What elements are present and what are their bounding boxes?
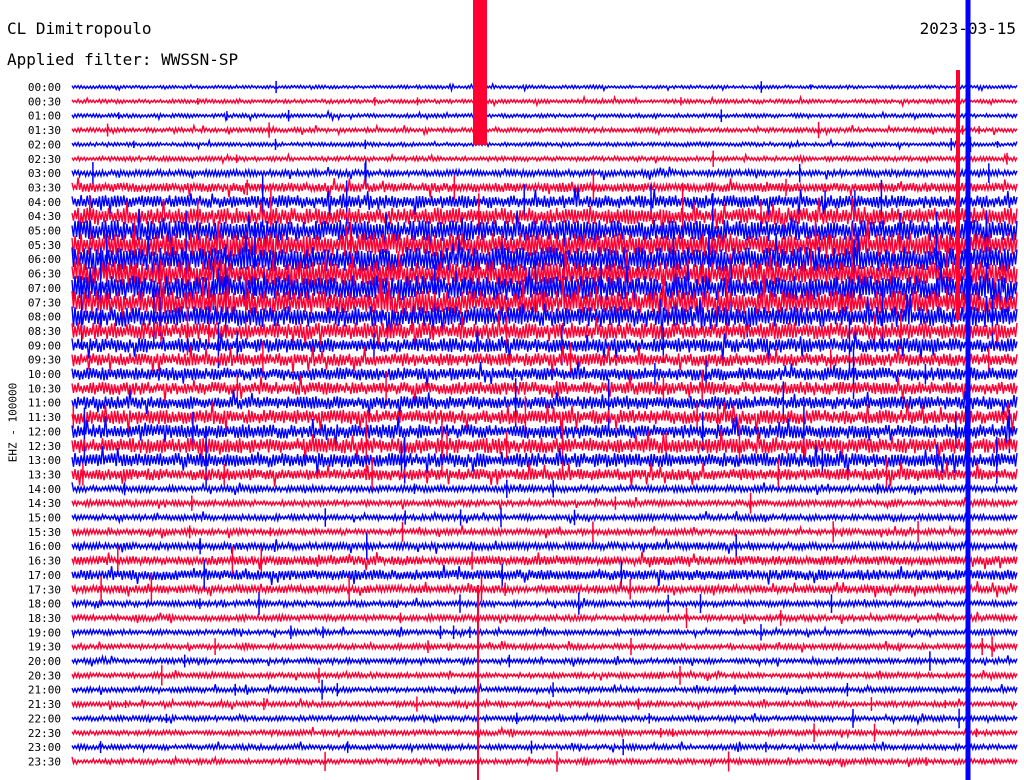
time-tick-label: 00:00 [28, 81, 61, 94]
seismic-trace [71, 581, 1018, 598]
time-tick-label: 09:30 [28, 354, 61, 367]
seismic-trace [71, 597, 1018, 611]
seismic-trace [71, 187, 1018, 217]
time-tick-label: 09:00 [28, 339, 61, 352]
time-tick-label: 04:30 [28, 210, 61, 223]
seismic-trace [71, 496, 1018, 510]
seismic-trace [71, 697, 1018, 711]
seismic-trace [71, 524, 1018, 539]
seismic-trace [71, 538, 1018, 555]
time-tick-label: 03:30 [28, 181, 61, 194]
seismic-trace [71, 94, 1018, 109]
seismic-trace [71, 108, 1018, 123]
time-tick-label: 11:30 [28, 411, 61, 424]
time-tick-label: 13:30 [28, 468, 61, 481]
seismic-trace [71, 123, 1018, 137]
seismic-trace [71, 625, 1018, 640]
time-tick-label: 15:30 [28, 526, 61, 539]
seismic-trace [71, 740, 1018, 754]
seismic-trace [71, 137, 1018, 152]
event-spike [473, 0, 487, 145]
time-tick-label: 18:30 [28, 612, 61, 625]
time-tick-label: 06:00 [28, 253, 61, 266]
time-tick-label: 06:30 [28, 268, 61, 281]
time-tick-label: 18:00 [28, 598, 61, 611]
seismic-trace [71, 551, 1018, 571]
seismic-trace [71, 653, 1018, 668]
time-tick-label: 03:00 [28, 167, 61, 180]
seismic-trace [71, 152, 1018, 166]
time-tick-label: 02:00 [28, 138, 61, 151]
event-spike [965, 0, 971, 780]
time-tick-label: 21:00 [28, 684, 61, 697]
time-tick-label: 08:00 [28, 311, 61, 324]
seismic-trace [71, 611, 1018, 625]
event-spike [477, 585, 479, 780]
time-tick-label: 19:30 [28, 641, 61, 654]
seismic-trace [71, 510, 1018, 525]
time-tick-label: 05:30 [28, 239, 61, 252]
time-tick-label: 17:00 [28, 569, 61, 582]
seismic-trace [71, 639, 1018, 653]
time-tick-label: 13:00 [28, 454, 61, 467]
time-tick-label: 01:00 [28, 110, 61, 123]
time-tick-label: 16:00 [28, 540, 61, 553]
time-tick-label: 00:30 [28, 95, 61, 108]
time-tick-label: 21:30 [28, 698, 61, 711]
seismic-trace [71, 564, 1018, 587]
time-tick-label: 19:00 [28, 626, 61, 639]
time-tick-label: 22:00 [28, 712, 61, 725]
time-tick-label: 20:30 [28, 669, 61, 682]
time-tick-label: 04:00 [28, 196, 61, 209]
time-tick-label: 11:00 [28, 397, 61, 410]
seismic-trace [71, 177, 1018, 198]
time-tick-label: 07:30 [28, 296, 61, 309]
time-tick-label: 15:00 [28, 512, 61, 525]
seismic-trace [71, 481, 1018, 496]
time-tick-label: 16:30 [28, 555, 61, 568]
seismic-trace [71, 81, 1018, 93]
helicorder-plot: 00:0000:30 01:0001:3002:00 02:3003:0003:30… [28, 0, 1018, 780]
time-tick-label: 14:00 [28, 483, 61, 496]
seismic-trace [71, 669, 1018, 682]
seismic-trace [71, 166, 1018, 181]
time-tick-label: 07:00 [28, 282, 61, 295]
time-tick-label: 23:00 [28, 741, 61, 754]
time-tick-label: 10:00 [28, 368, 61, 381]
seismic-trace [71, 711, 1018, 727]
event-spike [956, 70, 960, 320]
time-tick-label: 12:00 [28, 425, 61, 438]
time-tick-label: 05:00 [28, 225, 61, 238]
time-tick-label: 01:30 [28, 124, 61, 137]
time-tick-label: 23:30 [28, 755, 61, 768]
seismic-trace [71, 682, 1018, 696]
time-tick-label: 08:30 [28, 325, 61, 338]
seismic-trace [71, 754, 1018, 769]
time-tick-label: 20:00 [28, 655, 61, 668]
time-tick-label: 02:30 [28, 153, 61, 166]
time-tick-label: 12:30 [28, 440, 61, 453]
time-tick-label: 10:30 [28, 382, 61, 395]
time-tick-label: 22:30 [28, 727, 61, 740]
time-tick-label: 17:30 [28, 583, 61, 596]
time-tick-label: 14:30 [28, 497, 61, 510]
